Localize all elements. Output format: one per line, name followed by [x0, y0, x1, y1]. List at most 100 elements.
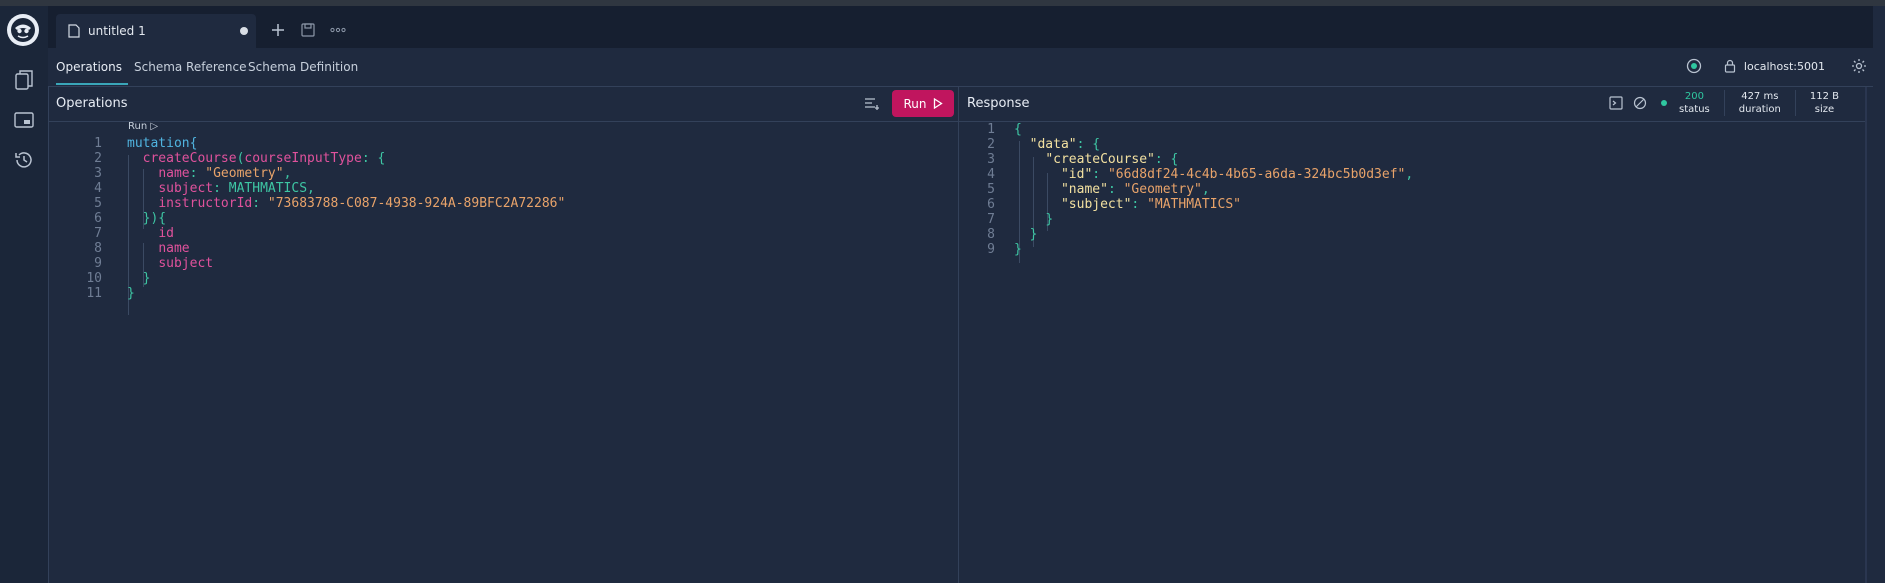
lock-icon	[1724, 59, 1736, 73]
clear-response-icon[interactable]	[1633, 96, 1647, 110]
code-token: instructorId	[158, 196, 253, 211]
code-token: :	[213, 181, 229, 196]
tab-operations[interactable]: Operations	[56, 60, 128, 85]
tab-title: untitled 1	[88, 24, 146, 38]
duration-label: duration	[1738, 104, 1781, 115]
tab-schema-definition[interactable]: Schema Definition	[248, 60, 358, 74]
code-token: :	[1131, 197, 1148, 212]
operations-panel: Operations Run Run ▷ 1 mutation{2 createC…	[48, 87, 959, 583]
code-token: mutation	[127, 136, 190, 151]
code-token: "data"	[1029, 137, 1077, 152]
polling-icon[interactable]	[1686, 58, 1702, 74]
endpoint-url[interactable]: localhost:5001	[1744, 60, 1825, 73]
run-button[interactable]: Run	[892, 90, 954, 117]
active-tab-underline	[56, 83, 128, 85]
code-token: MATHMATICS	[228, 181, 308, 196]
code-token: }	[1029, 227, 1038, 242]
code-token: }	[142, 271, 151, 286]
code-token: subject	[158, 256, 214, 271]
code-token: "Geometry"	[205, 166, 284, 181]
history-icon[interactable]	[12, 148, 36, 172]
app-logo-icon[interactable]	[7, 14, 39, 46]
section-menu-bar: Operations Schema Reference Schema Defin…	[48, 48, 1873, 87]
code-token: "Geometry"	[1123, 182, 1202, 197]
size-value: 112 B	[1809, 91, 1839, 102]
code-token: "name"	[1060, 182, 1108, 197]
code-token: name	[158, 166, 190, 181]
new-tab-plus-icon[interactable]	[268, 20, 288, 40]
tab-operations-label: Operations	[56, 60, 122, 74]
code-token: createCourse	[142, 151, 237, 166]
response-header: Response 200 status 427 ms duration 112 …	[959, 87, 1865, 122]
stat-status: 200 status	[1665, 90, 1724, 116]
code-token: {	[1014, 122, 1022, 137]
code-token: :	[1092, 167, 1108, 182]
response-viewer[interactable]: 1{2 "data": {3 "createCourse": {4 "id": …	[959, 121, 1865, 583]
code-token: "73683788-C087-4938-924A-89BFC2A72286"	[267, 196, 566, 211]
code-line: 9}	[959, 241, 1022, 259]
code-token: :	[189, 166, 206, 181]
code-token: : {	[1076, 137, 1101, 152]
code-token: : {	[361, 151, 386, 166]
operations-title: Operations	[56, 96, 128, 111]
more-options-icon[interactable]	[328, 20, 348, 40]
code-token: ,	[1201, 182, 1210, 197]
code-token: id	[158, 226, 174, 241]
operations-editor[interactable]: Run ▷ 1 mutation{2 createCourse(courseInp…	[48, 121, 958, 583]
response-scrollbar[interactable]	[1865, 87, 1867, 583]
run-button-label: Run	[903, 96, 927, 111]
code-token: "id"	[1060, 167, 1093, 182]
code-token: }){	[142, 211, 167, 226]
code-token: "createCourse"	[1045, 152, 1155, 167]
code-line: 11}	[48, 285, 135, 303]
play-icon	[933, 98, 943, 109]
stat-duration: 427 ms duration	[1723, 90, 1795, 116]
code-token: ,	[307, 181, 315, 196]
code-token: subject	[158, 181, 214, 196]
terminal-icon[interactable]	[1609, 96, 1623, 110]
documents-icon[interactable]	[12, 68, 36, 92]
save-icon[interactable]	[298, 20, 318, 40]
code-token: ,	[283, 166, 292, 181]
code-token: }	[1014, 242, 1022, 257]
settings-gear-icon[interactable]	[1851, 58, 1867, 74]
layout-icon[interactable]	[12, 108, 36, 132]
status-value: 200	[1684, 91, 1704, 102]
size-label: size	[1814, 104, 1835, 115]
operations-header: Operations Run	[48, 87, 958, 122]
status-label: status	[1679, 104, 1710, 115]
code-token: }	[1045, 212, 1054, 227]
unsaved-dot-icon[interactable]	[240, 27, 248, 35]
tab-schema-reference[interactable]: Schema Reference	[134, 60, 247, 74]
prettify-icon[interactable]	[864, 96, 880, 112]
code-token: "MATHMATICS"	[1147, 197, 1241, 212]
connection-settings: localhost:5001	[1686, 58, 1867, 74]
tab-untitled-1[interactable]: untitled 1	[56, 14, 256, 48]
code-token: {	[189, 136, 198, 151]
code-token: }	[127, 286, 135, 301]
duration-value: 427 ms	[1741, 91, 1779, 102]
response-panel: Response 200 status 427 ms duration 112 …	[959, 87, 1867, 583]
code-token: "subject"	[1060, 197, 1132, 212]
code-token: "66d8df24-4c4b-4b65-a6da-324bc5b0d3ef"	[1107, 167, 1406, 182]
run-codelens[interactable]: Run ▷	[128, 121, 158, 132]
code-token: :	[1107, 182, 1124, 197]
code-token: courseInputType	[244, 151, 362, 166]
stat-size: 112 B size	[1794, 90, 1853, 116]
